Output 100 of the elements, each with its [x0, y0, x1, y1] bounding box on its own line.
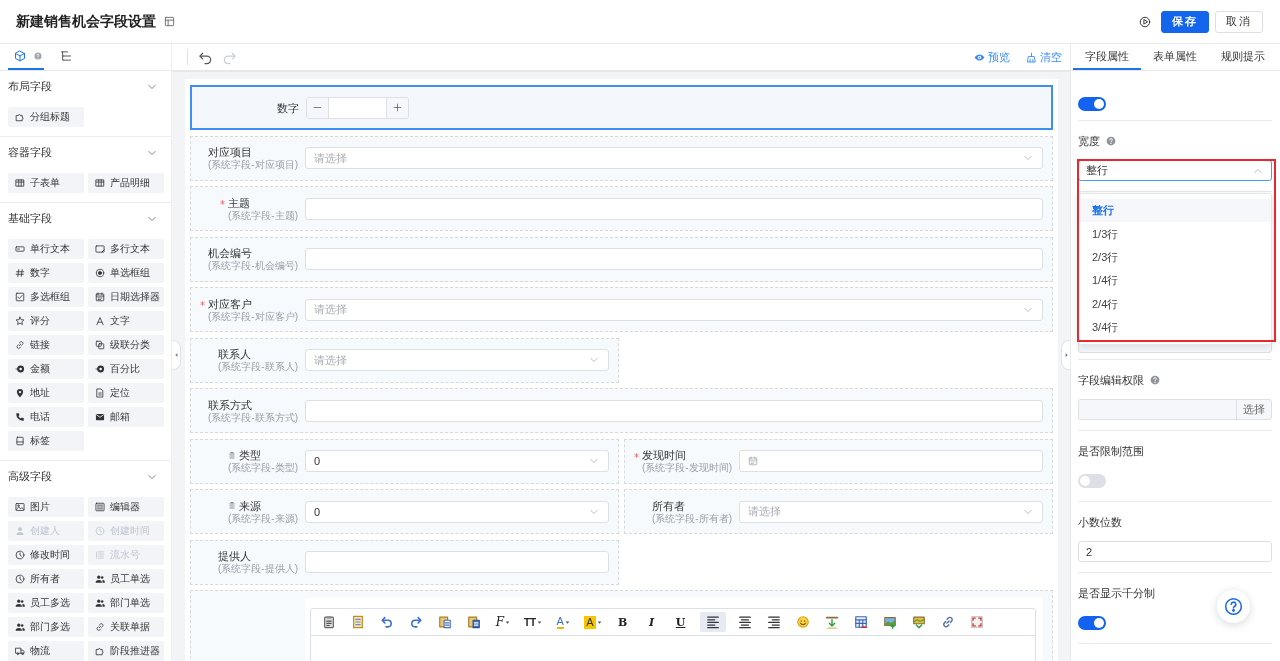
form-field[interactable]: 所有者 (系统字段-所有者) 请选择 — [624, 489, 1053, 534]
component-item[interactable]: 修改时间 — [8, 545, 84, 565]
form-field[interactable]: 联系人 (系统字段-联系人) 请选择 — [190, 337, 619, 383]
collapse-handle[interactable] — [1061, 340, 1070, 370]
save-button[interactable]: 保存 — [1161, 10, 1209, 33]
cancel-button[interactable]: 取消 — [1215, 10, 1263, 33]
component-item[interactable]: 百分比 — [88, 359, 164, 379]
component-item[interactable]: 电话 — [8, 407, 84, 427]
date-field[interactable] — [739, 450, 1043, 472]
component-item[interactable]: 地址 — [8, 383, 84, 403]
component-item[interactable]: 多行文本 — [88, 239, 164, 259]
component-item[interactable]: 链接 — [8, 335, 84, 355]
form-field[interactable]: 联系方式 (系统字段-联系方式) — [190, 388, 1053, 433]
component-item[interactable]: 单行文本 — [8, 239, 84, 259]
clear-button[interactable]: 清空 — [1026, 49, 1062, 65]
panel-tab[interactable]: 表单属性 — [1141, 44, 1209, 70]
help-button[interactable] — [1217, 590, 1250, 623]
form-field[interactable]: 机会编号 (系统字段-机会编号) — [190, 236, 1053, 282]
width-select[interactable]: 整行 — [1078, 160, 1272, 181]
bold-button[interactable]: B — [612, 612, 633, 632]
font-color-button[interactable]: A — [553, 612, 574, 632]
component-item[interactable]: 数字 — [8, 263, 84, 283]
form-field[interactable]: F TT A A B I U — [190, 590, 1053, 661]
align-left-button[interactable] — [699, 612, 726, 632]
dropdown-option[interactable]: 1/4行 — [1079, 269, 1271, 293]
collapse-handle[interactable] — [172, 340, 181, 370]
number-input[interactable]: 2 — [1078, 541, 1272, 562]
component-item[interactable]: 部门单选 — [88, 593, 164, 613]
person-icon — [15, 526, 25, 536]
component-item[interactable]: 日期选择器 — [88, 287, 164, 307]
panel-tab[interactable]: 字段属性 — [1073, 44, 1141, 70]
form-field[interactable]: 类型 (系统字段-类型) 0 — [190, 438, 619, 484]
text-input[interactable] — [305, 197, 1043, 220]
form-field[interactable]: 对应客户 (系统字段-对应客户) 请选择 — [190, 287, 1053, 332]
component-item[interactable]: 员工单选 — [88, 569, 164, 589]
form-field[interactable]: 对应项目 (系统字段-对应项目) 请选择 — [190, 135, 1053, 181]
form-field[interactable]: 主题 (系统字段-主题) — [190, 186, 1053, 231]
chevron-down-icon[interactable] — [147, 82, 157, 92]
help-icon[interactable] — [1150, 375, 1160, 385]
form-field[interactable]: 来源 (系统字段-来源) 0 — [190, 489, 619, 534]
document-icon — [351, 615, 365, 629]
component-item[interactable]: 多选框组 — [8, 287, 84, 307]
table-icon — [95, 178, 105, 188]
component-item[interactable]: 编辑器 — [88, 497, 164, 517]
component-item[interactable]: 金额 — [8, 359, 84, 379]
play-icon[interactable] — [1139, 15, 1151, 28]
dropdown-option[interactable]: 1/3行 — [1079, 222, 1271, 246]
chevron-down-icon[interactable] — [147, 148, 157, 158]
form-field[interactable]: 数字 — [190, 85, 1053, 130]
toggle-switch[interactable] — [1078, 96, 1106, 111]
dropdown-option[interactable]: 2/4行 — [1079, 292, 1271, 316]
choose-button[interactable]: 选择 — [1236, 400, 1271, 419]
underline-button[interactable]: U — [670, 612, 691, 632]
preview-button[interactable]: 预览 — [974, 49, 1010, 65]
component-item[interactable]: 部门多选 — [8, 617, 84, 637]
component-item[interactable]: 级联分类 — [88, 335, 164, 355]
select-field[interactable]: 0 — [305, 500, 609, 523]
form-field[interactable]: 发现时间 (系统字段-发现时间) — [624, 438, 1053, 484]
text-input[interactable] — [305, 248, 1043, 270]
highlight-button[interactable]: A — [582, 612, 604, 632]
component-item[interactable]: 图片 — [8, 497, 84, 517]
component-item[interactable]: 单选框组 — [88, 263, 164, 283]
font-size-button[interactable]: TT — [522, 612, 545, 632]
chevron-down-icon[interactable] — [147, 472, 157, 482]
text-input[interactable] — [305, 399, 1043, 422]
component-item[interactable]: 定位 — [88, 383, 164, 403]
increment-button[interactable] — [386, 97, 408, 118]
component-item[interactable]: 标签 — [8, 431, 84, 451]
form-field[interactable]: 提供人 (系统字段-提供人) — [190, 539, 619, 585]
picker-field[interactable]: 选择 — [1078, 399, 1272, 420]
dropdown-option[interactable]: 2/3行 — [1079, 245, 1271, 270]
font-family-button[interactable]: F — [493, 612, 513, 632]
mail-icon — [95, 412, 105, 422]
help-icon — [34, 52, 42, 60]
component-item[interactable]: 邮箱 — [88, 407, 164, 427]
toggle-switch[interactable] — [1078, 615, 1106, 630]
component-item[interactable]: 文字 — [88, 311, 164, 331]
component-item[interactable]: 子表单 — [8, 173, 84, 193]
layout-icon[interactable] — [164, 16, 175, 27]
help-icon[interactable] — [1106, 136, 1116, 146]
component-item[interactable]: 关联单据 — [88, 617, 164, 637]
toggle-switch[interactable] — [1078, 473, 1106, 488]
link-icon — [15, 340, 25, 350]
select-field[interactable]: 0 — [305, 450, 609, 472]
component-item[interactable]: 产品明细 — [88, 173, 164, 193]
component-item[interactable]: 评分 — [8, 311, 84, 331]
chevron-down-icon[interactable] — [147, 214, 157, 224]
component-item[interactable]: 所有者 — [8, 569, 84, 589]
dropdown-option[interactable]: 整行 — [1079, 199, 1271, 223]
property-label: 字段编辑权限 — [1078, 372, 1144, 388]
component-item[interactable]: 员工多选 — [8, 593, 84, 613]
broom-icon — [1026, 51, 1037, 63]
component-item[interactable]: 分组标题 — [8, 107, 84, 127]
italic-button[interactable]: I — [641, 612, 662, 632]
people-icon — [95, 574, 105, 584]
text-input[interactable] — [305, 551, 609, 573]
panel-tab[interactable]: 规则提示 — [1209, 44, 1277, 70]
dropdown-option[interactable]: 3/4行 — [1079, 315, 1271, 340]
component-item[interactable]: 物流 — [8, 641, 84, 661]
component-item[interactable]: 阶段推进器 — [88, 641, 164, 661]
